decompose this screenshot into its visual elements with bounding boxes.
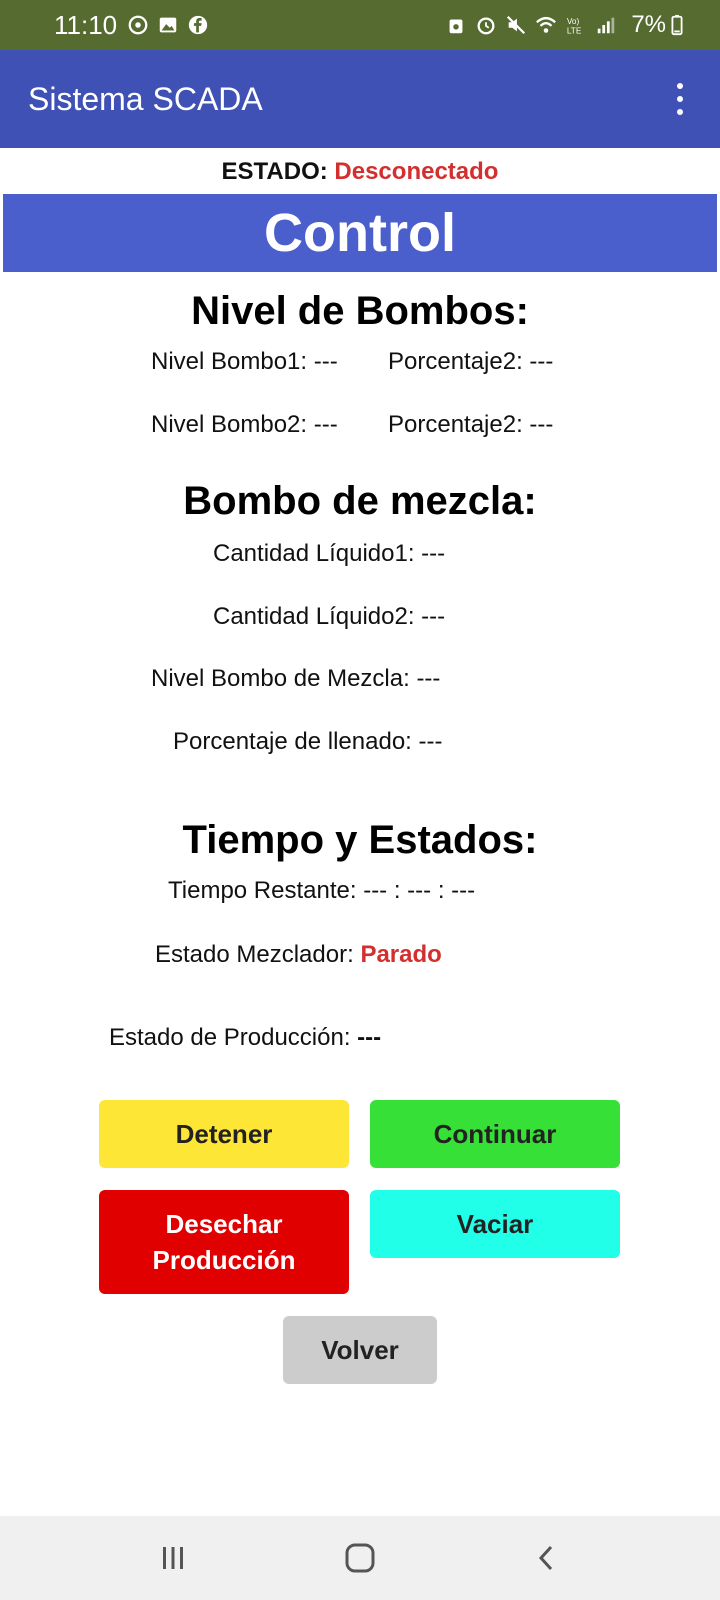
overflow-dot [677, 96, 683, 102]
control-banner: Control [3, 194, 717, 272]
tiempo-restante-text: Tiempo Restante: --- : --- : --- [168, 877, 476, 904]
connection-status-value: Desconectado [334, 158, 499, 185]
volte-icon: Vo)LTE [567, 17, 582, 35]
overflow-dot [677, 109, 683, 115]
nivel-bombo-mezcla-text: Nivel Bombo de Mezcla: --- [151, 665, 441, 692]
back-icon[interactable] [517, 1528, 577, 1588]
estado-mezclador-value: Parado [360, 941, 442, 968]
status-bar: 11:10 Vo) LTE 7% [0, 0, 720, 50]
desechar-produccion-button[interactable]: Desechar Producción [99, 1190, 349, 1294]
nivel-bombo1-text: Nivel Bombo1: --- [151, 348, 338, 375]
mute-icon [507, 15, 526, 35]
battery-percent: 7% [631, 11, 666, 38]
cantidad-liquido2-text: Cantidad Líquido2: --- [213, 603, 446, 630]
detener-button[interactable]: Detener [99, 1100, 349, 1168]
estado-produccion-value: --- [357, 1024, 382, 1051]
gallery-icon [159, 17, 177, 33]
home-icon[interactable] [330, 1528, 390, 1588]
android-icon [449, 19, 463, 34]
estado-mezclador: Estado Mezclador: Parado [155, 938, 442, 972]
section-title-tiempo-estados: Tiempo y Estados: [182, 818, 538, 862]
whatsapp-icon [128, 15, 148, 35]
estado-produccion-label: Estado de Producción: [109, 1024, 358, 1051]
battery-icon [671, 14, 683, 36]
overflow-dot [677, 83, 683, 89]
wifi-icon [536, 16, 557, 33]
porcentaje-llenado-text: Porcentaje de llenado: --- [173, 728, 443, 755]
porcentaje1-text: Porcentaje2: --- [388, 348, 554, 375]
system-nav-bar [0, 1516, 720, 1600]
svg-text:Vo): Vo) [567, 17, 580, 26]
section-title-bombo-mezcla: Bombo de mezcla: [183, 479, 537, 523]
alarm-icon [477, 17, 495, 35]
connection-status: ESTADO: Desconectado [0, 152, 720, 192]
facebook-icon [188, 15, 208, 35]
section-title-nivel-bombos: Nivel de Bombos: [191, 289, 529, 333]
cantidad-liquido1-text: Cantidad Líquido1: --- [213, 540, 446, 567]
nivel-bombo2-text: Nivel Bombo2: --- [151, 411, 338, 438]
app-title: Sistema SCADA [28, 80, 263, 117]
recent-apps-icon[interactable] [143, 1528, 203, 1588]
overflow-menu-icon[interactable] [668, 79, 692, 119]
volver-button[interactable]: Volver [283, 1316, 437, 1384]
status-time: 11:10 [54, 9, 118, 40]
connection-status-label: ESTADO: [221, 158, 335, 185]
continuar-button[interactable]: Continuar [370, 1100, 620, 1168]
vaciar-button[interactable]: Vaciar [370, 1190, 620, 1258]
svg-text:LTE: LTE [567, 26, 582, 35]
estado-mezclador-label: Estado Mezclador: [155, 941, 361, 968]
estado-produccion: Estado de Producción: --- [109, 1021, 381, 1055]
app-bar: Sistema SCADA [0, 50, 720, 148]
signal-icon [598, 17, 615, 34]
porcentaje2-text: Porcentaje2: --- [388, 411, 554, 438]
